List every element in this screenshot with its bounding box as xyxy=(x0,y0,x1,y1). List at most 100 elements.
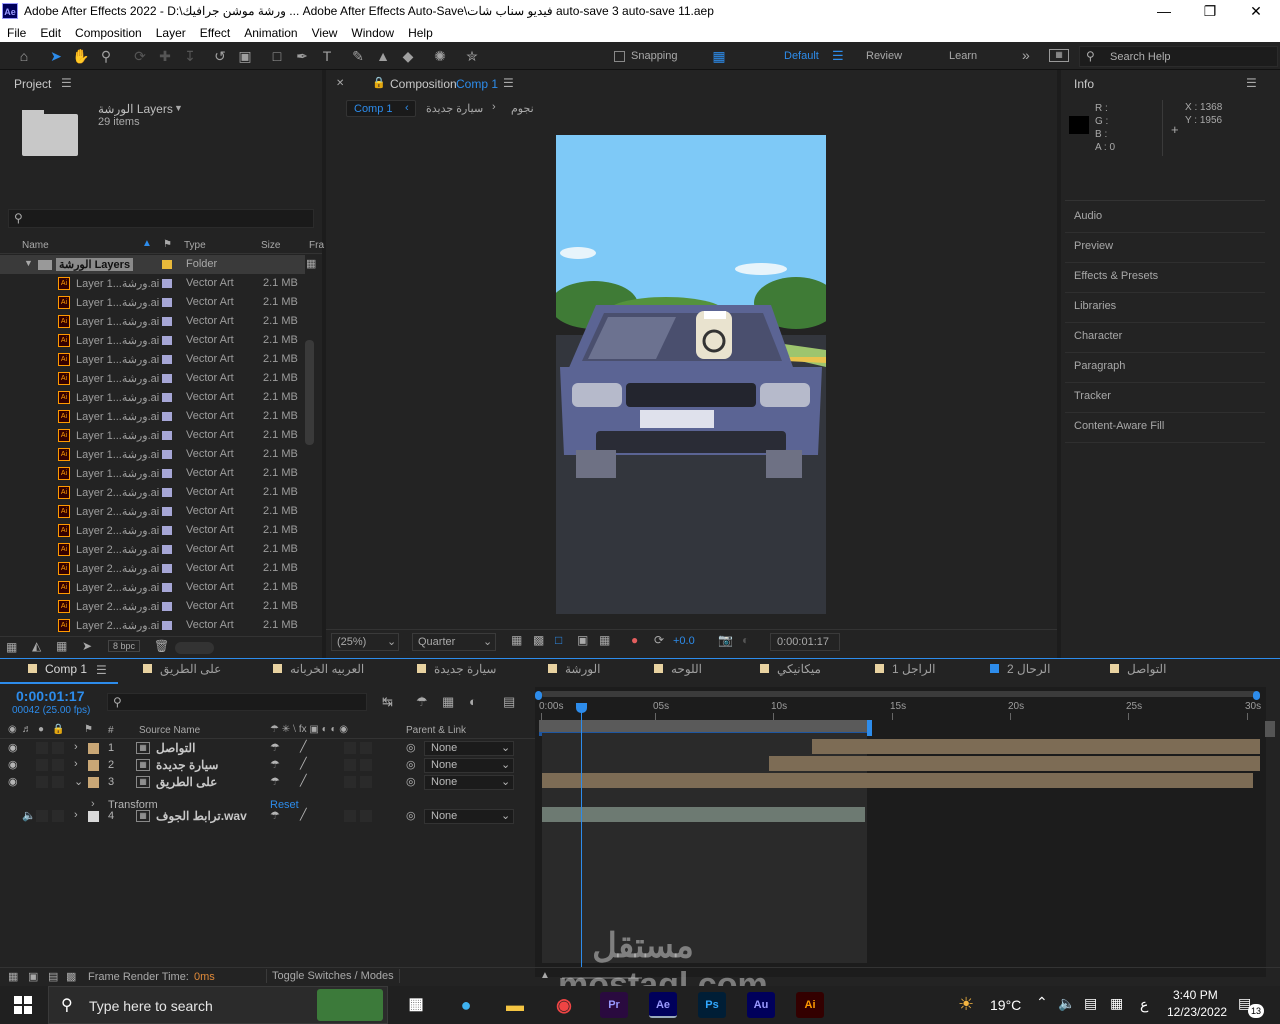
menu-edit[interactable]: Edit xyxy=(33,26,68,40)
label-color[interactable] xyxy=(162,621,172,630)
breadcrumb-comp1[interactable]: Comp 1 ‹ xyxy=(346,100,416,117)
chevron-right-icon[interactable]: › xyxy=(74,758,78,770)
roto-brush-icon[interactable]: ✺ xyxy=(430,46,450,66)
snapshot-icon[interactable]: 📷 xyxy=(718,633,733,647)
project-search-input[interactable]: ⚲ xyxy=(8,209,314,228)
label-color[interactable] xyxy=(162,450,172,459)
project-item-row[interactable]: Ai Layer 1...ورشة.ai Vector Art 2.1 MB xyxy=(0,331,305,350)
maximize-button[interactable]: ❐ xyxy=(1187,2,1233,22)
clock-date[interactable]: 12/23/2022 xyxy=(1167,1005,1227,1019)
switch-box[interactable] xyxy=(344,759,356,771)
after-effects-taskbar-icon[interactable]: Ae xyxy=(649,992,677,1018)
eye-icon[interactable]: ◉ xyxy=(8,758,18,771)
timeline-tab[interactable]: الرحال 2 xyxy=(990,662,1050,676)
orbit-tool-icon[interactable]: ⟳ xyxy=(130,46,150,66)
taskbar-search-box[interactable]: ⚲ Type here to search xyxy=(48,986,388,1024)
folder-row[interactable]: ▼ الورشة Layers Folder ▦ xyxy=(0,255,316,274)
more-workspaces-icon[interactable]: » xyxy=(1022,47,1030,63)
panel-tracker[interactable]: Tracker xyxy=(1074,390,1111,402)
clock-time[interactable]: 3:40 PM xyxy=(1173,988,1218,1002)
comp-mini-flowchart-icon[interactable]: ↹ xyxy=(382,694,393,710)
parent-dropdown[interactable]: None ⌄ xyxy=(424,775,514,790)
anchor-tool-icon[interactable]: ▣ xyxy=(235,46,255,66)
layer-row[interactable]: ◉ ⌄ 3 ▦ على الطريق ☂ ╱ ◎ None ⌄ xyxy=(0,774,535,791)
layer-bar-4[interactable] xyxy=(542,807,865,822)
label-color[interactable] xyxy=(162,336,172,345)
motion-blur-icon[interactable]: ▤ xyxy=(503,694,515,710)
toggle-switches-modes[interactable]: Toggle Switches / Modes xyxy=(266,969,400,983)
selection-tool-icon[interactable]: ➤ xyxy=(46,46,66,66)
render-queue-icon[interactable]: ➤ xyxy=(82,639,92,653)
panel-effects-presets[interactable]: Effects & Presets xyxy=(1074,270,1158,282)
menu-composition[interactable]: Composition xyxy=(68,26,149,40)
panel-libraries[interactable]: Libraries xyxy=(1074,300,1116,312)
project-panel-title[interactable]: Project xyxy=(14,77,51,91)
timeline-tab[interactable]: سيارة جديدة xyxy=(417,662,496,676)
search-help-field[interactable]: ⚲ Search Help xyxy=(1079,46,1278,67)
minimize-button[interactable]: — xyxy=(1141,2,1187,22)
label-column-icon[interactable]: ⚑ xyxy=(163,239,172,250)
label-color[interactable] xyxy=(162,488,172,497)
render-time-icon[interactable]: ▩ xyxy=(66,970,76,983)
workspace-review[interactable]: Review xyxy=(866,50,902,62)
label-color[interactable] xyxy=(162,355,172,364)
project-item-row[interactable]: Ai Layer 1...ورشة.ai Vector Art 2.1 MB xyxy=(0,464,305,483)
panel-menu-icon[interactable]: ☰ xyxy=(96,663,107,677)
battery-icon[interactable]: ▦ xyxy=(1110,995,1123,1012)
windows-start-icon[interactable] xyxy=(14,996,32,1014)
work-area-end-handle[interactable] xyxy=(867,720,872,736)
label-color[interactable] xyxy=(162,469,172,478)
scrollbar[interactable] xyxy=(305,340,314,445)
timeline-search-input[interactable]: ⚲ xyxy=(107,693,367,711)
close-icon[interactable]: ✕ xyxy=(336,78,344,89)
panel-menu-icon[interactable]: ☰ xyxy=(1246,76,1257,90)
new-folder-icon[interactable]: ◭ xyxy=(32,639,41,653)
label-color[interactable] xyxy=(162,507,172,516)
weather-icon[interactable]: ☀ xyxy=(958,994,974,1015)
solo-switch[interactable] xyxy=(36,776,48,788)
layer-row[interactable]: ◉ › 1 ▦ التواصل ☂ ╱ ◎ None ⌄ xyxy=(0,740,535,757)
current-time-field[interactable]: 0:00:01:17 xyxy=(770,633,840,651)
workspace-default[interactable]: Default xyxy=(784,50,819,62)
parent-link-header[interactable]: Parent & Link xyxy=(406,725,466,736)
timeline-tab[interactable]: على الطريق xyxy=(143,662,221,676)
draft-3d-icon[interactable]: ☂ xyxy=(416,694,428,710)
pan-tool-icon[interactable]: ✚ xyxy=(155,46,175,66)
puppet-pin-icon[interactable]: ✮ xyxy=(462,46,482,66)
label-color[interactable] xyxy=(162,431,172,440)
quality-switch-icon[interactable]: ╱ xyxy=(300,757,307,770)
fast-previews-icon[interactable]: ▦ xyxy=(511,633,522,647)
new-composition-icon[interactable]: ▦ xyxy=(56,639,67,653)
workspace-menu-icon[interactable]: ☰ xyxy=(832,48,844,64)
panel-character[interactable]: Character xyxy=(1074,330,1122,342)
lock-switch[interactable] xyxy=(52,759,64,771)
resolution-dropdown[interactable]: Quarter ⌄ xyxy=(412,633,496,651)
illustrator-icon[interactable]: Ai xyxy=(796,992,824,1018)
region-of-interest-icon[interactable]: ▣ xyxy=(577,633,588,647)
chevron-right-icon[interactable]: › xyxy=(91,798,95,810)
photoshop-icon[interactable]: Ps xyxy=(698,992,726,1018)
source-name-header[interactable]: Source Name xyxy=(139,725,200,736)
label-color[interactable] xyxy=(162,279,172,288)
switch-box[interactable] xyxy=(344,742,356,754)
task-view-icon[interactable]: ▦ xyxy=(402,992,430,1018)
bit-depth-button[interactable]: 8 bpc xyxy=(108,640,141,652)
menu-animation[interactable]: Animation xyxy=(237,26,304,40)
sync-settings-icon[interactable]: ▦ xyxy=(1049,49,1069,62)
menu-file[interactable]: File xyxy=(0,26,33,40)
layer-bar-2[interactable] xyxy=(769,756,1260,771)
project-item-row[interactable]: Ai Layer 2...ورشة.ai Vector Art 2.1 MB xyxy=(0,502,305,521)
collapse-switch-icon[interactable]: ☂ xyxy=(270,775,280,788)
chevron-down-icon[interactable]: ▼ xyxy=(174,103,183,113)
lock-icon[interactable]: 🔒 xyxy=(372,76,386,89)
transform-row[interactable]: › Transform Reset xyxy=(0,796,535,813)
timeline-tab[interactable]: التواصل xyxy=(1110,662,1166,676)
label-color[interactable] xyxy=(162,602,172,611)
label-color[interactable] xyxy=(162,374,172,383)
panel-menu-icon[interactable]: ☰ xyxy=(503,76,514,90)
language-indicator[interactable]: ع xyxy=(1140,996,1148,1013)
parent-dropdown[interactable]: None ⌄ xyxy=(424,741,514,756)
zoom-out-icon[interactable]: ▲ xyxy=(540,970,550,981)
reset-exposure-icon[interactable]: ⟳ xyxy=(654,633,664,647)
timeline-tab[interactable]: اللوحه xyxy=(654,662,702,676)
